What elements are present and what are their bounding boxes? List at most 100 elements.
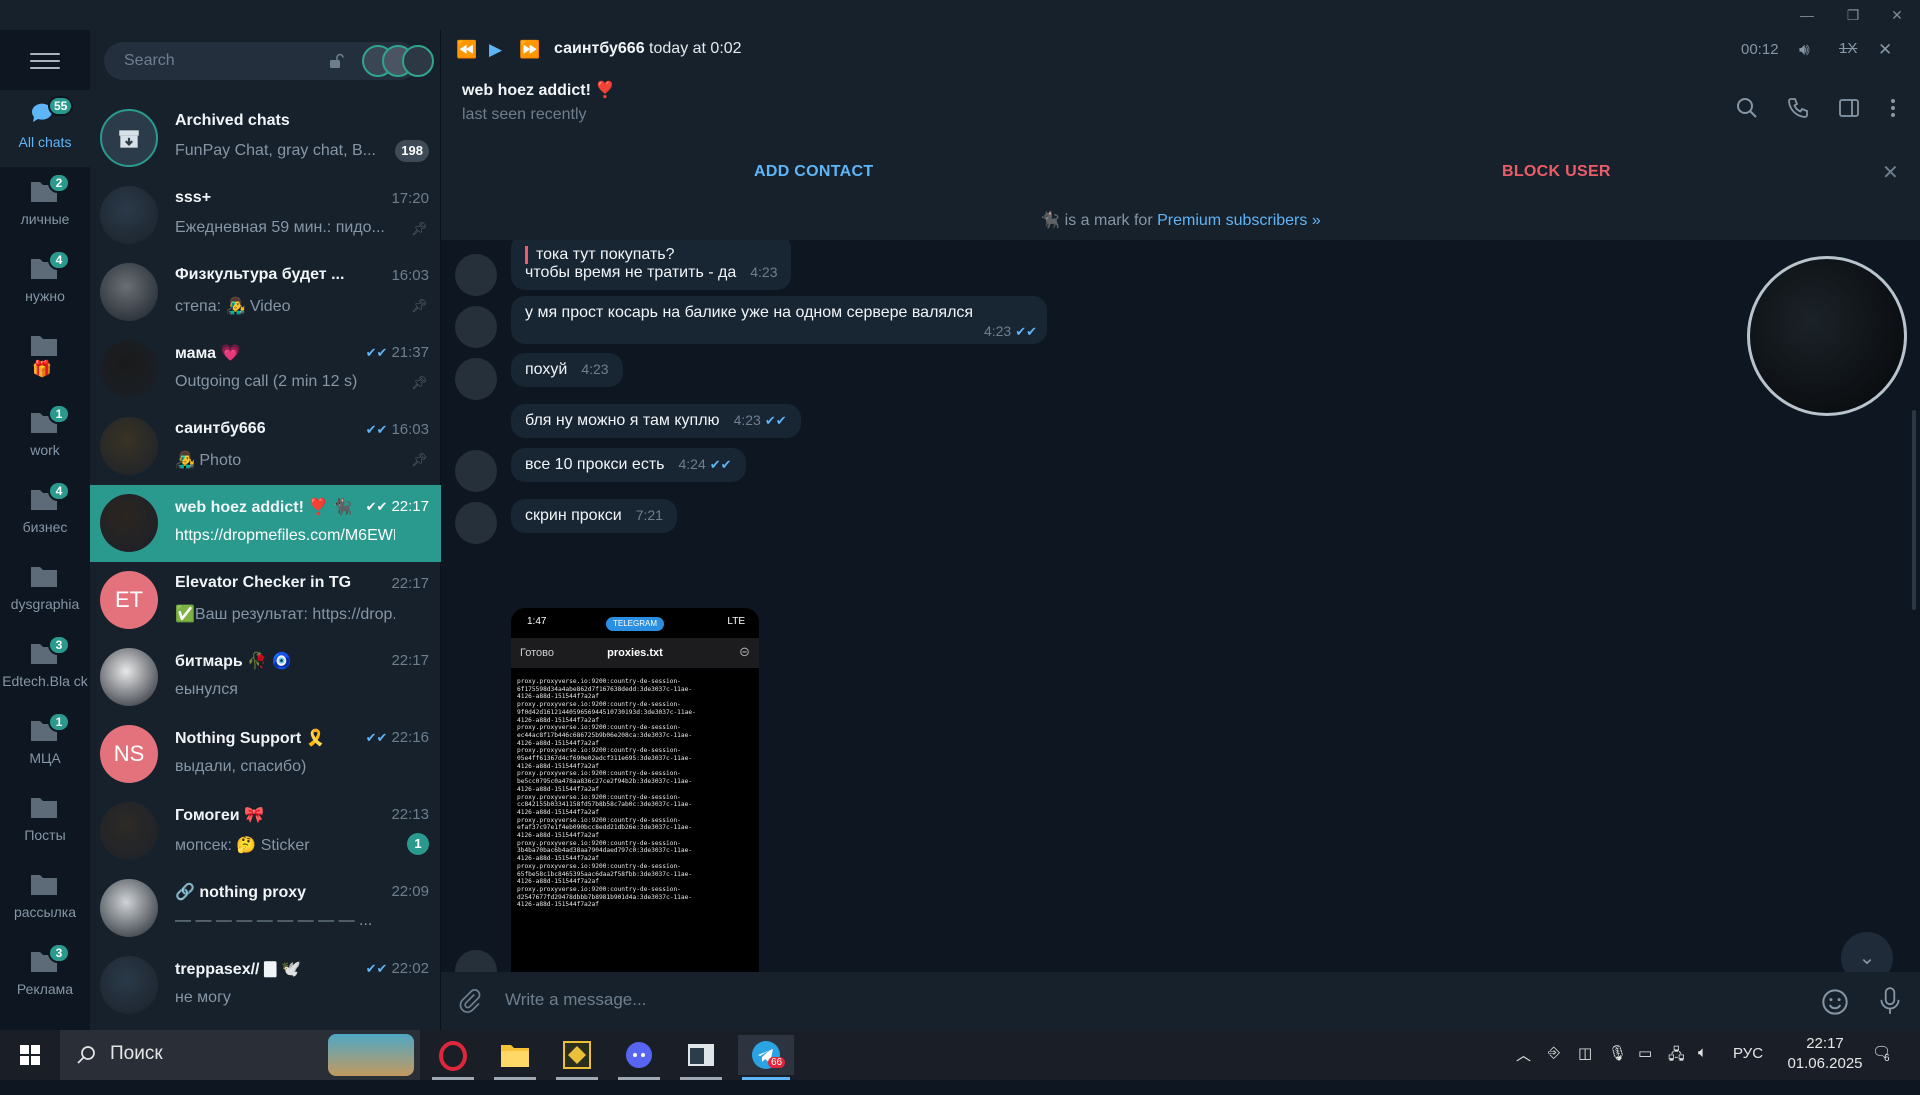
clock-time: 22:17 (1806, 1035, 1844, 1052)
folder-10[interactable]: рассылка (0, 860, 90, 937)
search-icon[interactable] (1735, 96, 1759, 120)
folder-3[interactable]: 🎁 (0, 321, 90, 398)
folder-1[interactable]: 2 личные (0, 167, 90, 244)
sender-avatar[interactable] (455, 254, 497, 296)
explorer-app[interactable] (490, 1035, 540, 1080)
discord-app[interactable] (614, 1035, 664, 1080)
sender-avatar[interactable] (455, 358, 497, 400)
speaker-icon[interactable]: 🔈︎ (1698, 1044, 1707, 1094)
chat-time-text: 22:13 (391, 806, 429, 823)
close-bar-icon[interactable]: ✕ (1882, 160, 1899, 185)
scroll-down-button[interactable]: ⌄ (1841, 932, 1893, 972)
folder-7[interactable]: 3 Edtech.Bla ck (0, 629, 90, 706)
app-yellow[interactable] (552, 1035, 602, 1080)
chat-row[interactable]: ET Elevator Checker in TG 22:17 ✅Ваш резуль… (90, 562, 441, 639)
chat-row[interactable]: Гомогеи 🎀 22:13 мопсек: 🤔 Sticker 1 (90, 793, 441, 870)
accounts-stack[interactable] (362, 45, 436, 77)
chat-row[interactable]: web hoez addict! ❣️ 🐈‍⬛ ✔✔ 22:17 https://dr… (90, 485, 441, 562)
more-options-icon[interactable] (1881, 96, 1905, 120)
taskbar-search[interactable]: Поиск (60, 1030, 420, 1080)
archived-chats-row[interactable]: Archived chats FunPay Chat, gray chat, B.… (90, 100, 441, 177)
message-bubble[interactable]: у мя прост косарь на балике уже на одном… (511, 296, 1047, 344)
telegram-app[interactable]: 66 (738, 1035, 794, 1080)
close-player-icon[interactable]: ✕ (1878, 40, 1892, 60)
chat-list-panel: Search Archived chats FunPay Chat, gray c… (90, 30, 441, 1030)
sender-avatar[interactable] (455, 502, 497, 544)
folder-9[interactable]: Посты (0, 783, 90, 860)
message-bubble[interactable]: бля ну можно я там куплю 4:23 ✔✔ (511, 404, 801, 438)
tray-chevron-icon[interactable]: ︿ (1516, 1044, 1531, 1094)
microphone-icon[interactable] (1877, 986, 1903, 1016)
chat-row[interactable]: treppasex// 🀫 🕊️ ✔✔ 22:02 не могу (90, 947, 441, 1024)
hamburger-menu-icon[interactable] (30, 48, 60, 74)
phone-icon[interactable] (1786, 96, 1810, 120)
scrollbar-thumb[interactable] (1912, 410, 1916, 610)
folder-6[interactable]: dysgraphia (0, 552, 90, 629)
chat-name: Nothing Support 🎗️ (175, 730, 326, 747)
sender-avatar[interactable] (455, 306, 497, 348)
volume-icon[interactable]: 🔊︎ (1799, 40, 1810, 60)
windows-start-icon[interactable] (20, 1045, 40, 1065)
folder-label: нужно (25, 288, 65, 304)
chat-row[interactable]: битмарь 🥀 🧿 22:17 еынулся (90, 639, 441, 716)
playback-speed[interactable]: 1X (1839, 40, 1857, 57)
previous-track-icon[interactable]: ⏪ (456, 40, 477, 60)
battery-icon[interactable]: ▭ (1638, 1044, 1652, 1094)
network-icon[interactable]: 🖧 (1668, 1044, 1685, 1094)
peer-info[interactable]: web hoez addict! ❣️ last seen recently (462, 80, 615, 124)
account-avatar[interactable] (402, 45, 434, 77)
opera-app[interactable] (428, 1035, 478, 1080)
clock[interactable]: 22:17 01.06.2025 (1780, 1035, 1870, 1085)
chat-row[interactable]: саинтбу666 ✔✔ 16:03 👨‍🎤 Photo 📌︎ (90, 408, 441, 485)
folder-11[interactable]: 3 Реклама (0, 937, 90, 1014)
screenshot-image[interactable]: 1:47 TELEGRAM LTE Готово proxies.txt ⊝ p… (511, 608, 759, 972)
unlock-icon[interactable] (328, 53, 344, 69)
folder-4[interactable]: 1 work (0, 398, 90, 475)
usb-icon[interactable]: ⎆ (1548, 1044, 1560, 1094)
proxy-line: 4126-a88d-151544f7a2af (517, 693, 599, 701)
add-contact-button[interactable]: ADD CONTACT (754, 163, 873, 181)
message-bubble[interactable]: тока тут покупать? чтобы время не тратит… (511, 240, 792, 290)
chat-preview: https://dropmefiles.com/M6EWD (175, 527, 395, 544)
chat-row[interactable]: мама 💗 ✔✔ 21:37 Outgoing call (2 min 12 s) 📌… (90, 331, 441, 408)
folder-badge: 1 (48, 404, 70, 424)
search-input[interactable]: Search (124, 52, 175, 70)
folder-0[interactable]: 55 All chats (0, 90, 90, 167)
sidebar-toggle-icon[interactable] (1837, 96, 1861, 120)
close-window-icon[interactable]: ✕ (1874, 0, 1920, 30)
proxy-line: be5cc0795c0a478aa836c27ce2f94b2b:3de3037… (517, 778, 693, 786)
message-input[interactable]: Write a message... (505, 990, 646, 1010)
folder-2[interactable]: 4 нужно (0, 244, 90, 321)
chat-row[interactable]: sss+ 17:20 Ежедневная 59 мин.: пидо... 📌︎ (90, 177, 441, 254)
restore-icon[interactable]: ❐ (1830, 0, 1876, 30)
message-bubble[interactable]: все 10 прокси есть 4:24 ✔✔ (511, 448, 746, 482)
next-track-icon[interactable]: ⏩ (519, 40, 540, 60)
language-indicator[interactable]: РУС (1733, 1045, 1763, 1095)
chat-row[interactable]: NS Nothing Support 🎗️ ✔✔ 22:16 выдали, спаси… (90, 716, 441, 793)
scrollbar[interactable] (1912, 240, 1916, 972)
message-bubble[interactable]: похуй 4:23 (511, 353, 623, 387)
chat-row[interactable]: 🔗 nothing proxy 22:09 — — — — — — — — — ..… (90, 870, 441, 947)
message-bubble[interactable]: скрин прокси 7:21 (511, 499, 677, 533)
camera-icon[interactable]: ◫ (1578, 1044, 1592, 1094)
play-icon[interactable]: ▶ (489, 40, 502, 60)
premium-link[interactable]: Premium subscribers » (1157, 212, 1321, 229)
emoji-icon[interactable] (1821, 988, 1849, 1016)
block-user-button[interactable]: BLOCK USER (1502, 163, 1611, 181)
search-box[interactable]: Search (104, 42, 434, 80)
folder-8[interactable]: 1 МЦА (0, 706, 90, 783)
player-title[interactable]: саинтбу666 today at 0:02 (554, 40, 742, 58)
chat-row[interactable]: Физкультура будет ... 16:03 степа: 👨‍🎤 Vid… (90, 254, 441, 331)
notifications-icon[interactable]: 🗨︎ 6 (1872, 1043, 1891, 1093)
chat-time: ✔✔ 16:03 (366, 421, 429, 438)
proxy-line: proxy.proxyverse.io:9200:country-de-sess… (517, 862, 681, 870)
sender-avatar[interactable] (455, 450, 497, 492)
folder-5[interactable]: 4 бизнес (0, 475, 90, 552)
video-message[interactable] (1747, 256, 1907, 416)
microphone-tray-icon[interactable]: 🎙︎ (1608, 1044, 1627, 1094)
attach-icon[interactable] (457, 988, 483, 1014)
minimize-icon[interactable]: — (1784, 0, 1830, 30)
window-app[interactable] (676, 1035, 726, 1080)
sender-avatar[interactable] (455, 950, 497, 972)
chat-avatar: ET (100, 571, 158, 629)
